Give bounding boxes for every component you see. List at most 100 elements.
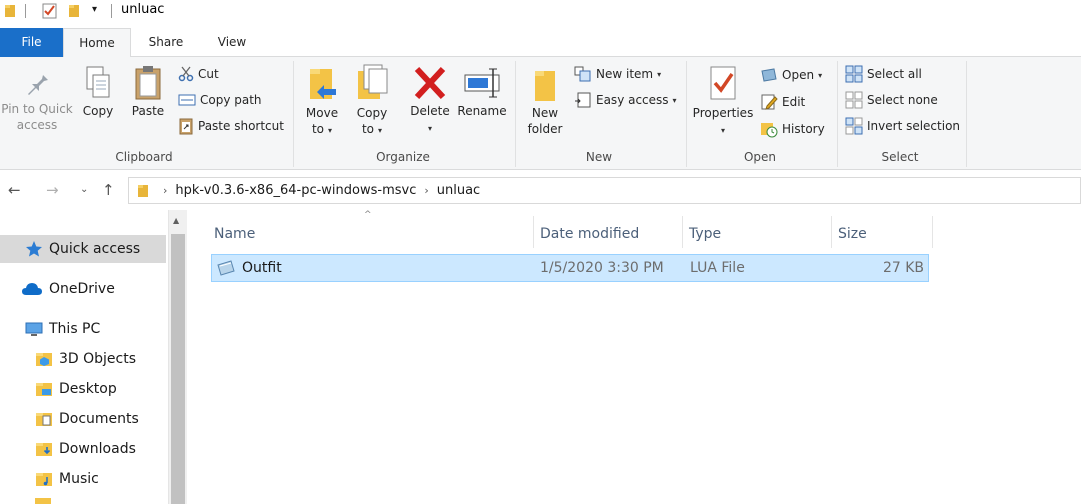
breadcrumb-chevron-icon[interactable]: › bbox=[163, 184, 167, 197]
tab-file[interactable]: File bbox=[0, 28, 63, 57]
sidebar-item-onedrive[interactable]: OneDrive bbox=[0, 275, 166, 303]
sidebar-item-label: Desktop bbox=[59, 381, 117, 397]
breadcrumb-item[interactable]: unluac bbox=[437, 183, 480, 198]
file-size-cell: 27 KB bbox=[882, 260, 924, 276]
move-to-button[interactable]: Move to ▾ bbox=[300, 65, 344, 139]
copy-to-label-line2: to ▾ bbox=[361, 122, 383, 136]
sidebar-item-documents[interactable]: Documents bbox=[0, 405, 166, 433]
copy-button[interactable]: Copy bbox=[76, 65, 120, 119]
sidebar-item-label: Music bbox=[59, 471, 99, 487]
sidebar-item-partial-folder-icon bbox=[35, 498, 51, 504]
sidebar-item-label: 3D Objects bbox=[59, 351, 137, 367]
column-divider[interactable] bbox=[932, 216, 933, 248]
move-label-line1: Move bbox=[305, 106, 339, 120]
history-label: History bbox=[782, 122, 825, 136]
paste-shortcut-button[interactable]: Paste shortcut bbox=[178, 116, 284, 136]
sidebar-item-label: Quick access bbox=[49, 241, 141, 257]
pin-label-line1: Pin to Quick bbox=[1, 102, 73, 116]
properties-quick-icon[interactable] bbox=[42, 3, 58, 22]
column-header-type[interactable]: Type bbox=[683, 216, 831, 252]
tab-view[interactable]: View bbox=[200, 28, 264, 57]
move-to-icon bbox=[310, 69, 336, 99]
table-row[interactable]: Outfit 1/5/2020 3:30 PM LUA File 27 KB bbox=[211, 254, 929, 282]
easy-access-button[interactable]: Easy access ▾ bbox=[574, 90, 677, 110]
copy-path-button[interactable]: Copy path bbox=[178, 90, 262, 110]
cut-label: Cut bbox=[198, 67, 219, 81]
select-none-icon bbox=[845, 91, 863, 109]
select-all-button[interactable]: Select all bbox=[845, 64, 922, 84]
group-separator bbox=[837, 61, 838, 167]
navigation-pane: Quick access OneDrive This PC 3D Objects… bbox=[0, 210, 168, 504]
pin-to-quick-access-button[interactable]: Pin to Quick access bbox=[0, 67, 74, 133]
open-lua-icon bbox=[761, 68, 777, 82]
new-folder-button[interactable]: New folder bbox=[522, 65, 568, 137]
delete-button[interactable]: Delete ▾ bbox=[408, 65, 452, 137]
delete-x-icon bbox=[414, 66, 446, 100]
sidebar-item-this-pc[interactable]: This PC bbox=[0, 315, 166, 343]
properties-button[interactable]: Properties ▾ bbox=[690, 65, 756, 139]
sidebar-item-downloads[interactable]: Downloads bbox=[0, 435, 166, 463]
delete-label: Delete bbox=[410, 104, 450, 118]
file-type-cell: LUA File bbox=[690, 260, 745, 276]
copy-path-label: Copy path bbox=[200, 93, 262, 107]
rename-icon bbox=[464, 68, 500, 98]
sidebar-item-quick-access[interactable]: Quick access bbox=[0, 235, 166, 263]
edit-button[interactable]: Edit bbox=[760, 92, 805, 112]
breadcrumb-chevron-icon[interactable]: › bbox=[424, 184, 428, 197]
pin-label-line2: access bbox=[16, 118, 58, 132]
rename-button[interactable]: Rename bbox=[456, 65, 508, 119]
customize-toolbar-icon[interactable]: ▾ bbox=[92, 4, 97, 15]
file-date-cell: 1/5/2020 3:30 PM bbox=[540, 260, 664, 276]
group-separator bbox=[515, 61, 516, 167]
forward-arrow-icon[interactable]: → bbox=[46, 181, 59, 199]
history-button[interactable]: History bbox=[760, 119, 825, 139]
sidebar-scrollbar[interactable]: ▲ bbox=[168, 210, 187, 504]
folder-desktop-icon bbox=[36, 383, 52, 396]
pin-icon bbox=[28, 71, 48, 95]
back-arrow-icon[interactable]: ← bbox=[8, 181, 21, 199]
select-none-label: Select none bbox=[867, 93, 938, 107]
select-none-button[interactable]: Select none bbox=[845, 90, 938, 110]
scroll-up-arrow-icon[interactable]: ▲ bbox=[173, 216, 179, 225]
breadcrumb-item[interactable]: hpk-v0.3.6-x86_64-pc-windows-msvc bbox=[175, 183, 416, 198]
edit-icon bbox=[761, 94, 778, 110]
new-folder-quick-icon[interactable] bbox=[68, 3, 80, 22]
sidebar-item-label: Documents bbox=[59, 411, 139, 427]
copy-to-icon bbox=[358, 64, 388, 99]
new-item-icon bbox=[574, 66, 591, 82]
up-arrow-icon[interactable]: ↑ bbox=[102, 181, 115, 199]
cloud-icon bbox=[22, 283, 42, 295]
title-bar: ▾ unluac bbox=[0, 0, 1081, 24]
sidebar-item-music[interactable]: Music bbox=[0, 465, 166, 493]
rename-label: Rename bbox=[457, 104, 507, 118]
properties-icon bbox=[710, 66, 736, 100]
column-header-date-modified[interactable]: Date modified bbox=[534, 216, 682, 252]
new-item-button[interactable]: New item ▾ bbox=[574, 64, 661, 84]
column-header-name[interactable]: Name bbox=[208, 216, 534, 252]
invert-selection-button[interactable]: Invert selection bbox=[845, 116, 960, 136]
open-button[interactable]: Open ▾ bbox=[760, 65, 822, 85]
tab-share[interactable]: Share bbox=[134, 28, 198, 57]
scrollbar-thumb[interactable] bbox=[171, 234, 185, 504]
easy-access-label: Easy access bbox=[596, 93, 669, 107]
title-separator bbox=[111, 4, 112, 18]
new-folder-label-line1: New bbox=[531, 106, 559, 120]
recent-locations-chevron-icon[interactable]: ⌄ bbox=[80, 184, 88, 195]
title-separator bbox=[25, 4, 26, 18]
tab-home[interactable]: Home bbox=[63, 28, 131, 58]
sidebar-item-desktop[interactable]: Desktop bbox=[0, 375, 166, 403]
paste-label: Paste bbox=[131, 104, 165, 118]
cut-button[interactable]: Cut bbox=[178, 64, 219, 84]
copy-to-label-line1: Copy bbox=[356, 106, 388, 120]
column-header-size[interactable]: Size bbox=[832, 216, 932, 252]
file-name-cell[interactable]: Outfit bbox=[216, 255, 536, 281]
sidebar-item-label: Downloads bbox=[59, 441, 136, 457]
copy-to-button[interactable]: Copy to ▾ bbox=[350, 63, 394, 139]
sidebar-item-3d-objects[interactable]: 3D Objects bbox=[0, 345, 166, 373]
history-icon bbox=[761, 123, 778, 138]
address-bar[interactable]: › hpk-v0.3.6-x86_64-pc-windows-msvc › un… bbox=[128, 177, 1081, 204]
paste-button[interactable]: Paste bbox=[126, 65, 170, 119]
properties-label: Properties bbox=[692, 106, 754, 120]
folder-documents-icon bbox=[36, 413, 52, 426]
group-separator bbox=[293, 61, 294, 167]
